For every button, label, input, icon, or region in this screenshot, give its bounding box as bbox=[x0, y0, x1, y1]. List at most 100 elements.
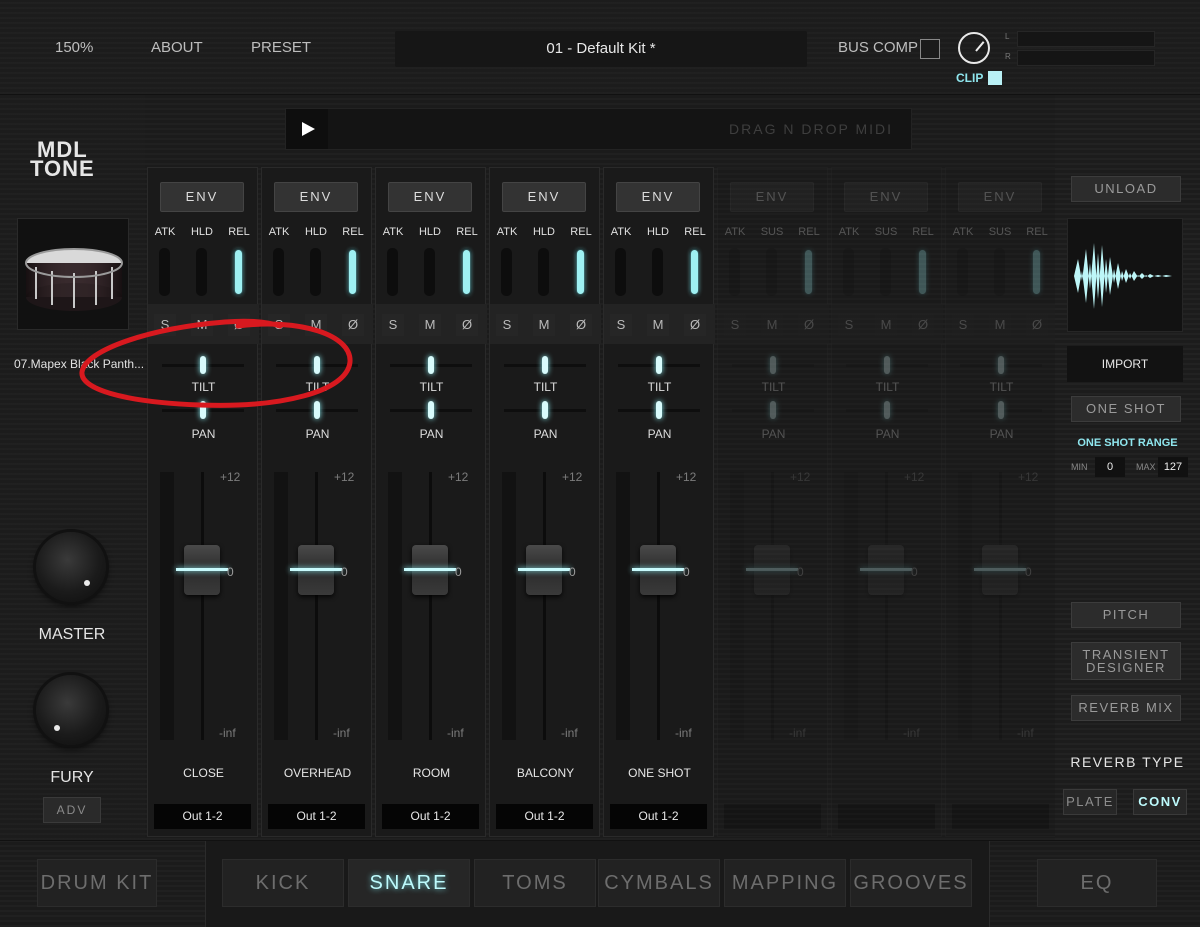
tilt-thumb[interactable] bbox=[314, 356, 320, 374]
tilt-slider[interactable] bbox=[960, 356, 1042, 374]
pan-slider[interactable] bbox=[504, 401, 586, 419]
pan-thumb[interactable] bbox=[998, 401, 1004, 419]
volume-fader-track[interactable] bbox=[657, 472, 660, 740]
output-routing-select[interactable] bbox=[952, 804, 1049, 829]
tilt-thumb[interactable] bbox=[542, 356, 548, 374]
unload-button[interactable]: UNLOAD bbox=[1071, 176, 1181, 202]
output-gain-knob[interactable] bbox=[958, 32, 990, 64]
preset-name-display[interactable]: 01 - Default Kit * bbox=[395, 31, 807, 67]
hold-slider[interactable] bbox=[196, 248, 207, 296]
master-knob[interactable] bbox=[36, 532, 106, 602]
volume-fader-track[interactable] bbox=[885, 472, 888, 740]
volume-fader-handle[interactable] bbox=[632, 545, 684, 595]
phase-icon[interactable]: Ø bbox=[798, 314, 820, 336]
tilt-slider[interactable] bbox=[162, 356, 244, 374]
release-slider[interactable] bbox=[347, 248, 358, 296]
mute-button[interactable]: M bbox=[305, 314, 327, 336]
tilt-thumb[interactable] bbox=[770, 356, 776, 374]
env-button[interactable]: ENV bbox=[844, 182, 928, 212]
output-routing-select[interactable]: Out 1-2 bbox=[268, 804, 365, 829]
phase-icon[interactable]: Ø bbox=[570, 314, 592, 336]
output-routing-select[interactable]: Out 1-2 bbox=[610, 804, 707, 829]
tilt-slider[interactable] bbox=[504, 356, 586, 374]
attack-slider[interactable] bbox=[615, 248, 626, 296]
output-routing-select[interactable] bbox=[724, 804, 821, 829]
mute-button[interactable]: M bbox=[191, 314, 213, 336]
reverb-mix-button[interactable]: REVERB MIX bbox=[1071, 695, 1181, 721]
volume-fader-handle[interactable] bbox=[860, 545, 912, 595]
pan-slider[interactable] bbox=[162, 401, 244, 419]
conv-button[interactable]: CONV bbox=[1133, 789, 1187, 815]
release-slider[interactable] bbox=[1031, 248, 1042, 296]
tab-grooves[interactable]: GROOVES bbox=[850, 859, 972, 907]
attack-slider[interactable] bbox=[159, 248, 170, 296]
bus-comp-checkbox[interactable] bbox=[920, 39, 940, 59]
plate-button[interactable]: PLATE bbox=[1063, 789, 1117, 815]
pan-thumb[interactable] bbox=[314, 401, 320, 419]
solo-button[interactable]: S bbox=[496, 314, 518, 336]
output-routing-select[interactable]: Out 1-2 bbox=[382, 804, 479, 829]
drum-kit-tab[interactable]: DRUM KIT bbox=[37, 859, 157, 907]
hold-slider[interactable] bbox=[880, 248, 891, 296]
adv-button[interactable]: ADV bbox=[43, 797, 101, 823]
tilt-slider[interactable] bbox=[732, 356, 814, 374]
pan-slider[interactable] bbox=[276, 401, 358, 419]
tilt-thumb[interactable] bbox=[656, 356, 662, 374]
release-slider[interactable] bbox=[917, 248, 928, 296]
midi-drop-strip[interactable]: DRAG N DROP MIDI bbox=[285, 108, 912, 150]
env-button[interactable]: ENV bbox=[274, 182, 358, 212]
about-button[interactable]: ABOUT bbox=[151, 39, 203, 56]
env-button[interactable]: ENV bbox=[160, 182, 244, 212]
min-value-field[interactable]: 0 bbox=[1095, 457, 1125, 477]
volume-fader-track[interactable] bbox=[315, 472, 318, 740]
phase-icon[interactable]: Ø bbox=[684, 314, 706, 336]
clip-indicator[interactable] bbox=[988, 71, 1002, 85]
snare-drum-image[interactable] bbox=[17, 218, 129, 330]
zoom-button[interactable]: 150% bbox=[55, 39, 93, 56]
phase-icon[interactable]: Ø bbox=[228, 314, 250, 336]
phase-icon[interactable]: Ø bbox=[1026, 314, 1048, 336]
kit-name-label[interactable]: 07.Mapex Black Panth... bbox=[14, 357, 144, 371]
release-slider[interactable] bbox=[689, 248, 700, 296]
waveform-display[interactable] bbox=[1067, 218, 1183, 332]
volume-fader-handle[interactable] bbox=[176, 545, 228, 595]
volume-fader-track[interactable] bbox=[429, 472, 432, 740]
tilt-slider[interactable] bbox=[390, 356, 472, 374]
hold-slider[interactable] bbox=[766, 248, 777, 296]
tab-toms[interactable]: TOMS bbox=[474, 859, 596, 907]
pan-slider[interactable] bbox=[846, 401, 928, 419]
attack-slider[interactable] bbox=[273, 248, 284, 296]
play-icon[interactable] bbox=[286, 109, 328, 149]
volume-fader-handle[interactable] bbox=[746, 545, 798, 595]
solo-button[interactable]: S bbox=[382, 314, 404, 336]
solo-button[interactable]: S bbox=[154, 314, 176, 336]
mute-button[interactable]: M bbox=[647, 314, 669, 336]
solo-button[interactable]: S bbox=[268, 314, 290, 336]
attack-slider[interactable] bbox=[501, 248, 512, 296]
tab-kick[interactable]: KICK bbox=[222, 859, 344, 907]
max-value-field[interactable]: 127 bbox=[1158, 457, 1188, 477]
pan-thumb[interactable] bbox=[542, 401, 548, 419]
attack-slider[interactable] bbox=[729, 248, 740, 296]
tilt-slider[interactable] bbox=[846, 356, 928, 374]
tilt-thumb[interactable] bbox=[884, 356, 890, 374]
tilt-thumb[interactable] bbox=[200, 356, 206, 374]
hold-slider[interactable] bbox=[310, 248, 321, 296]
output-routing-select[interactable]: Out 1-2 bbox=[154, 804, 251, 829]
release-slider[interactable] bbox=[803, 248, 814, 296]
eq-tab[interactable]: EQ bbox=[1037, 859, 1157, 907]
volume-fader-handle[interactable] bbox=[290, 545, 342, 595]
env-button[interactable]: ENV bbox=[958, 182, 1042, 212]
tilt-slider[interactable] bbox=[276, 356, 358, 374]
mute-button[interactable]: M bbox=[875, 314, 897, 336]
volume-fader-track[interactable] bbox=[201, 472, 204, 740]
env-button[interactable]: ENV bbox=[730, 182, 814, 212]
solo-button[interactable]: S bbox=[838, 314, 860, 336]
volume-fader-track[interactable] bbox=[999, 472, 1002, 740]
output-routing-select[interactable] bbox=[838, 804, 935, 829]
volume-fader-handle[interactable] bbox=[518, 545, 570, 595]
one-shot-button[interactable]: ONE SHOT bbox=[1071, 396, 1181, 422]
pan-slider[interactable] bbox=[960, 401, 1042, 419]
solo-button[interactable]: S bbox=[724, 314, 746, 336]
attack-slider[interactable] bbox=[843, 248, 854, 296]
